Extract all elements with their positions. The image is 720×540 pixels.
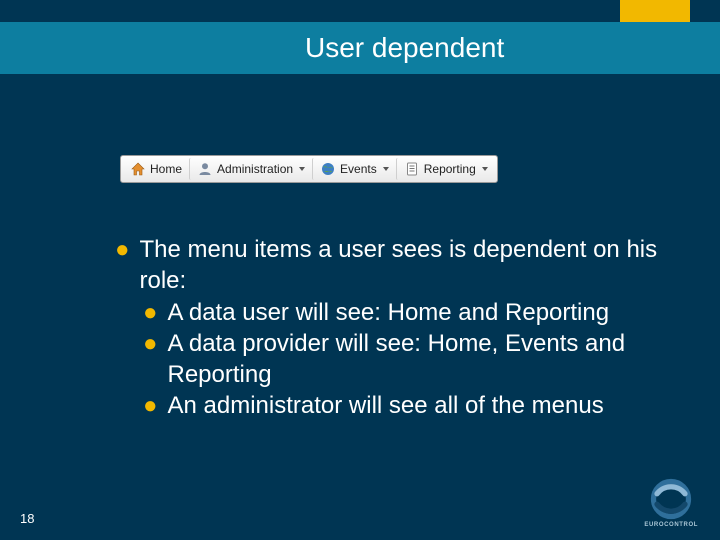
- bullet-main: ● The menu items a user sees is dependen…: [115, 235, 660, 296]
- user-icon: [197, 161, 213, 177]
- toolbar-item-home[interactable]: Home: [123, 158, 189, 180]
- slide-title: User dependent: [305, 32, 504, 64]
- sub-bullet-text: A data provider will see: Home, Events a…: [168, 329, 661, 390]
- slide-number: 18: [20, 511, 34, 526]
- bullet-text: The menu items a user sees is dependent …: [140, 235, 661, 296]
- bullet-dot-icon: ●: [143, 391, 158, 422]
- globe-icon: [320, 161, 336, 177]
- title-band: User dependent: [0, 22, 720, 74]
- sub-bullet-list: ● A data user will see: Home and Reporti…: [143, 298, 660, 421]
- chevron-down-icon: [299, 167, 305, 171]
- logo-swirl-icon: [650, 478, 692, 520]
- eurocontrol-logo: EUROCONTROL: [644, 478, 698, 528]
- document-icon: [404, 161, 420, 177]
- toolbar-item-administration[interactable]: Administration: [189, 158, 312, 180]
- sub-bullet: ● An administrator will see all of the m…: [143, 391, 660, 422]
- toolbar-item-events[interactable]: Events: [312, 158, 396, 180]
- toolbar-item-label: Reporting: [424, 162, 476, 176]
- slide: User dependent Home Administra: [0, 0, 720, 540]
- toolbar-screenshot: Home Administration: [120, 155, 498, 183]
- bullet-dot-icon: ●: [115, 235, 130, 296]
- toolbar-item-reporting[interactable]: Reporting: [396, 158, 495, 180]
- accent-bar: [620, 0, 690, 22]
- toolbar-item-label: Home: [150, 162, 182, 176]
- toolbar-item-label: Events: [340, 162, 377, 176]
- sub-bullet-text: A data user will see: Home and Reporting: [168, 298, 661, 329]
- home-icon: [130, 161, 146, 177]
- bullet-dot-icon: ●: [143, 329, 158, 390]
- logo-text: EUROCONTROL: [644, 522, 698, 528]
- content-area: ● The menu items a user sees is dependen…: [115, 235, 660, 421]
- menu-toolbar: Home Administration: [120, 155, 498, 183]
- sub-bullet: ● A data user will see: Home and Reporti…: [143, 298, 660, 329]
- chevron-down-icon: [482, 167, 488, 171]
- bullet-dot-icon: ●: [143, 298, 158, 329]
- toolbar-item-label: Administration: [217, 162, 293, 176]
- sub-bullet: ● A data provider will see: Home, Events…: [143, 329, 660, 390]
- sub-bullet-text: An administrator will see all of the men…: [168, 391, 661, 422]
- chevron-down-icon: [383, 167, 389, 171]
